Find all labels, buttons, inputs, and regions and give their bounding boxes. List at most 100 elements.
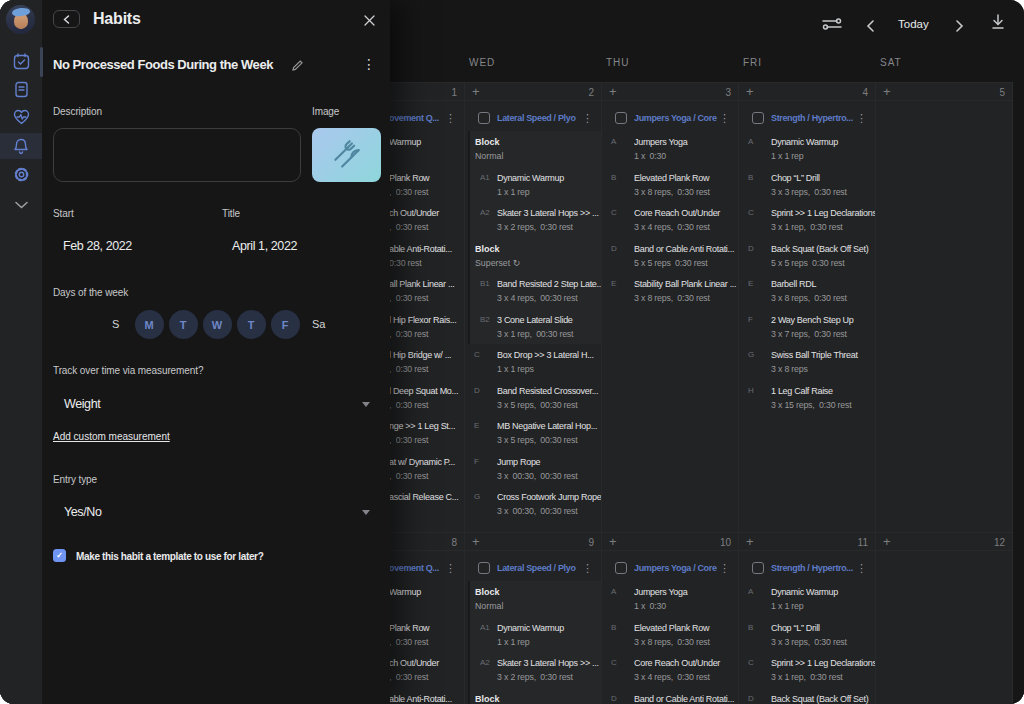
workout-menu-icon[interactable]: ⋮	[445, 112, 456, 125]
exercise-item[interactable]: DBack Squat (Back Off Set)5 x 5 reps 0:3…	[739, 242, 875, 278]
workout-title[interactable]: ovement Q...	[389, 563, 439, 573]
add-entry-button[interactable]: +	[609, 84, 617, 99]
add-entry-button[interactable]: +	[746, 534, 754, 549]
exercise-item[interactable]: A2Skater 3 Lateral Hops >> ...3 x 2 reps…	[465, 656, 601, 692]
exercise-item[interactable]: BElevated Plank Row3 x 8 reps, 0:30 rest	[602, 171, 738, 207]
exercise-item[interactable]: CCore Reach Out/Under3 x 4 reps, 0:30 re…	[602, 206, 738, 242]
exercise-item[interactable]: EMB Negative Lateral Hop...3 x 5 reps, 0…	[465, 419, 601, 455]
filter-icon[interactable]	[822, 16, 842, 36]
exercise-item[interactable]: A1Dynamic Warmup1 x 1 rep	[465, 621, 601, 657]
exercise-item[interactable]: FJump Rope3 x 00:30, 00:30 rest	[465, 455, 601, 491]
day-toggle-m1[interactable]: M	[135, 310, 164, 339]
exercise-item[interactable]: AJumpers Yoga1 x 0:30	[602, 135, 738, 171]
sidebar-item-health[interactable]	[0, 104, 42, 130]
habit-menu-icon[interactable]: ⋮	[362, 57, 376, 71]
exercise-item[interactable]: CSprint >> 1 Leg Declarations3 x 1 rep, …	[739, 206, 875, 242]
sidebar-item-more[interactable]	[0, 192, 42, 218]
measurement-chevron-icon[interactable]	[362, 402, 370, 407]
exercise-item[interactable]: DBand Resisted Crossover...3 x 5 reps, 0…	[465, 384, 601, 420]
exercise-item[interactable]: AJumpers Yoga1 x 0:30	[602, 585, 738, 621]
exercise-item[interactable]: BChop “L” Drill3 x 3 reps, 0:30 rest	[739, 171, 875, 207]
workout-title[interactable]: Strength / Hypertro...	[771, 563, 853, 573]
exercise-item[interactable]: CCore Reach Out/Under3 x 4 reps, 0:30 re…	[602, 656, 738, 692]
workout-checkbox[interactable]	[615, 562, 627, 574]
exercise-item[interactable]: BElevated Plank Row3 x 8 reps, 0:30 rest	[602, 621, 738, 657]
exercise-item[interactable]: ADynamic Warmup1 x 1 rep	[739, 585, 875, 621]
template-checkbox[interactable]: ✓	[53, 549, 66, 562]
workout-menu-icon[interactable]: ⋮	[582, 562, 593, 575]
exercise-item[interactable]: CSprint >> 1 Leg Declarations3 x 1 rep, …	[739, 656, 875, 692]
workout-menu-icon[interactable]: ⋮	[719, 112, 730, 125]
exercise-name: Dynamic Warmup	[771, 135, 875, 148]
workout-checkbox[interactable]	[478, 112, 490, 124]
download-icon[interactable]	[991, 14, 1005, 34]
exercise-item[interactable]: EStability Ball Plank Linear ...3 x 8 re…	[602, 277, 738, 313]
workout-title[interactable]: ovement Q...	[389, 113, 439, 123]
day-toggle-sa6[interactable]: Sa	[312, 318, 325, 330]
exercise-item[interactable]: DBand or Cable Anti Rotati...5 x 5 reps …	[602, 692, 738, 704]
start-date-value[interactable]: Feb 28, 2022	[63, 239, 132, 254]
exercise-reps: 5 x 5 reps 0:30 rest	[771, 258, 875, 268]
today-button[interactable]: Today	[898, 18, 929, 30]
exercise-item[interactable]: GSwiss Ball Triple Threat3 x 8 reps	[739, 348, 875, 384]
workout-checkbox[interactable]	[752, 562, 764, 574]
exercise-item[interactable]: DBand or Cable Anti Rotati...5 x 5 reps …	[602, 242, 738, 278]
add-custom-measurement-link[interactable]: Add custom measurement	[53, 431, 170, 442]
prev-week-icon[interactable]	[866, 18, 875, 36]
exercise-item[interactable]: GCross Footwork Jump Rope3 x 00:30, 00:3…	[465, 490, 601, 526]
workout-menu-icon[interactable]: ⋮	[582, 112, 593, 125]
exercise-item[interactable]: CBox Drop >> 3 Lateral H...1 x 1 reps	[465, 348, 601, 384]
exercise-item[interactable]: ADynamic Warmup1 x 1 rep	[739, 135, 875, 171]
sidebar-item-calendar[interactable]	[0, 48, 42, 74]
day-toggle-f5[interactable]: F	[271, 310, 300, 339]
description-input[interactable]	[53, 128, 301, 182]
workout-title[interactable]: Jumpers Yoga / Core	[634, 563, 717, 573]
day-toggle-t2[interactable]: T	[169, 310, 198, 339]
exercise-item[interactable]: B1Band Resisted 2 Step Late...3 x 4 reps…	[465, 277, 601, 313]
exercise-item[interactable]: EBarbell RDL3 x 8 reps, 0:30 rest	[739, 277, 875, 313]
track-measurement-label: Track over time via measurement?	[53, 365, 203, 377]
sidebar-item-settings[interactable]	[0, 161, 42, 187]
exercise-reps: , 0:30 rest	[389, 293, 463, 303]
edit-icon[interactable]	[291, 58, 304, 76]
workout-menu-icon[interactable]: ⋮	[719, 562, 730, 575]
add-entry-button[interactable]: +	[883, 84, 891, 99]
day-toggle-s0[interactable]: S	[112, 318, 119, 330]
entry-type-select[interactable]: Yes/No	[64, 505, 101, 520]
day-toggle-w3[interactable]: W	[203, 310, 232, 339]
exercise-item[interactable]: H1 Leg Calf Raise3 x 15 reps, 0:30 rest	[739, 384, 875, 420]
add-entry-button[interactable]: +	[472, 534, 480, 549]
end-date-value[interactable]: April 1, 2022	[232, 239, 297, 254]
sidebar-item-notifications[interactable]	[0, 133, 42, 159]
day-toggle-t4[interactable]: T	[237, 310, 266, 339]
add-entry-button[interactable]: +	[746, 84, 754, 99]
workout-title[interactable]: Strength / Hypertro...	[771, 113, 853, 123]
workout-title[interactable]: Jumpers Yoga / Core	[634, 113, 717, 123]
next-week-icon[interactable]	[955, 18, 964, 36]
exercise-letter: F	[748, 313, 771, 349]
workout-checkbox[interactable]	[752, 112, 764, 124]
habit-image[interactable]	[312, 128, 381, 182]
measurement-select[interactable]: Weight	[64, 397, 100, 412]
workout-menu-icon[interactable]: ⋮	[445, 562, 456, 575]
workout-menu-icon[interactable]: ⋮	[856, 562, 867, 575]
workout-title[interactable]: Lateral Speed / Plyo	[497, 113, 576, 123]
add-entry-button[interactable]: +	[472, 84, 480, 99]
exercise-item[interactable]: BChop “L” Drill3 x 3 reps, 0:30 rest	[739, 621, 875, 657]
exercise-item[interactable]: F2 Way Bench Step Up3 x 7 reps, 0:30 res…	[739, 313, 875, 349]
back-button[interactable]	[53, 10, 80, 28]
workout-menu-icon[interactable]: ⋮	[856, 112, 867, 125]
exercise-item[interactable]: DBack Squat (Back Off Set)5 x 5 reps 0:3…	[739, 692, 875, 704]
add-entry-button[interactable]: +	[883, 534, 891, 549]
exercise-item[interactable]: B23 Cone Lateral Slide3 x 1 rep, 00:30 r…	[465, 313, 601, 349]
exercise-item[interactable]: A2Skater 3 Lateral Hops >> ...3 x 2 reps…	[465, 206, 601, 242]
entry-type-chevron-icon[interactable]	[362, 510, 370, 515]
user-avatar[interactable]	[6, 5, 35, 34]
close-icon[interactable]	[364, 12, 375, 30]
sidebar-item-documents[interactable]	[0, 76, 42, 102]
exercise-item[interactable]: A1Dynamic Warmup1 x 1 rep	[465, 171, 601, 207]
workout-checkbox[interactable]	[478, 562, 490, 574]
workout-title[interactable]: Lateral Speed / Plyo	[497, 563, 576, 573]
workout-checkbox[interactable]	[615, 112, 627, 124]
add-entry-button[interactable]: +	[609, 534, 617, 549]
